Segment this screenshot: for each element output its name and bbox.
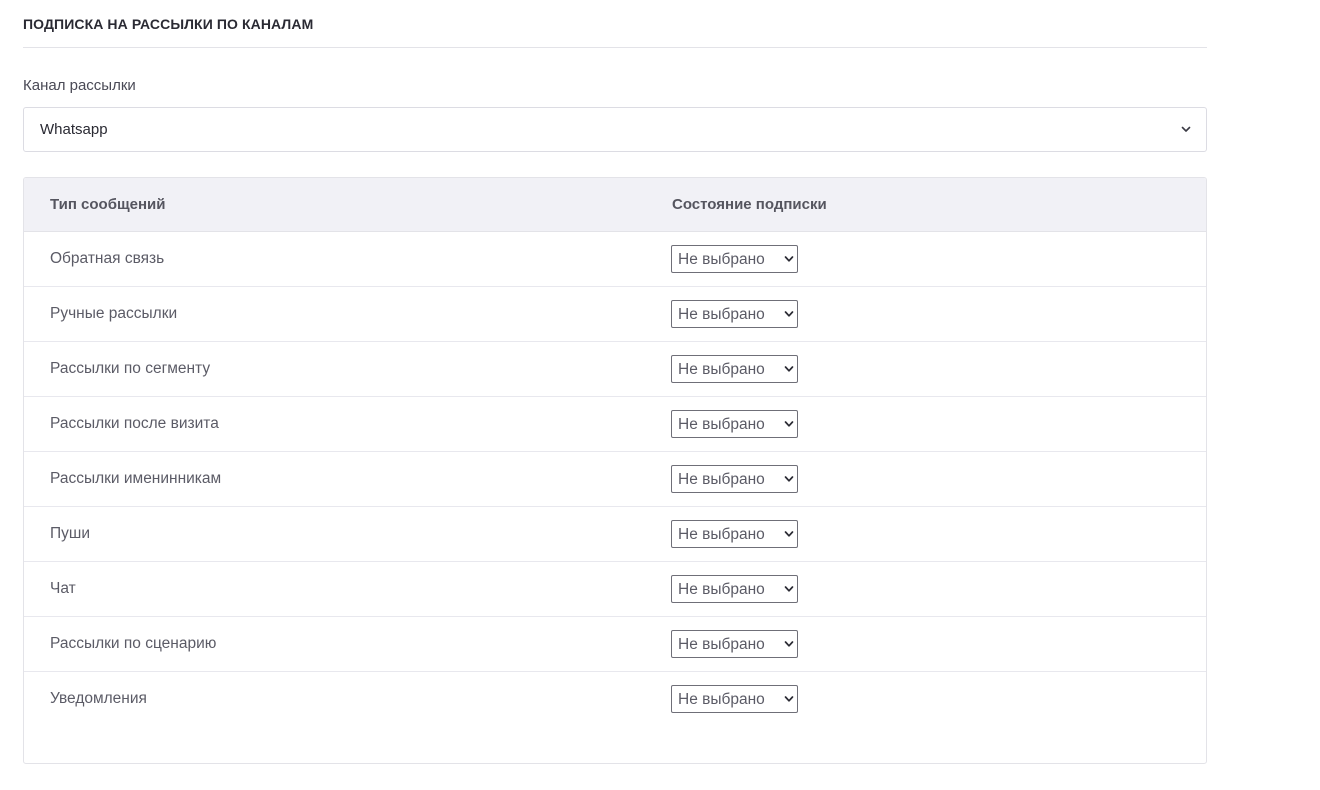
subscription-state-select[interactable]: Не выбрано (671, 575, 798, 603)
chevron-down-icon (784, 641, 794, 647)
channel-select[interactable]: Whatsapp (23, 107, 1207, 152)
chevron-down-icon (784, 476, 794, 482)
table-row: Рассылки по сценарию Не выбрано (24, 617, 1206, 672)
subscription-state-select[interactable]: Не выбрано (671, 465, 798, 493)
subscription-state-value: Не выбрано (678, 691, 765, 708)
chevron-down-icon (1181, 126, 1191, 132)
message-type-label: Уведомления (50, 690, 147, 707)
table-row: Чат Не выбрано (24, 562, 1206, 617)
subscription-state-select[interactable]: Не выбрано (671, 520, 798, 548)
chevron-down-icon (784, 256, 794, 262)
channel-label: Канал рассылки (23, 77, 136, 94)
subscription-state-value: Не выбрано (678, 471, 765, 488)
table-row: Обратная связь Не выбрано (24, 232, 1206, 287)
subscription-state-select[interactable]: Не выбрано (671, 410, 798, 438)
table-row: Уведомления Не выбрано (24, 672, 1206, 726)
table-row: Ручные рассылки Не выбрано (24, 287, 1206, 342)
message-type-label: Рассылки именинникам (50, 470, 222, 487)
chevron-down-icon (784, 696, 794, 702)
subscription-state-value: Не выбрано (678, 251, 765, 268)
subscription-state-select[interactable]: Не выбрано (671, 685, 798, 713)
subscription-state-value: Не выбрано (678, 416, 765, 433)
table-row: Пуши Не выбрано (24, 507, 1206, 562)
subscription-table: Тип сообщений Состояние подписки Обратна… (23, 177, 1207, 764)
message-type-label: Обратная связь (50, 250, 165, 267)
chevron-down-icon (784, 531, 794, 537)
chevron-down-icon (784, 311, 794, 317)
table-header: Тип сообщений Состояние подписки (24, 178, 1206, 232)
chevron-down-icon (784, 366, 794, 372)
subscription-state-value: Не выбрано (678, 526, 765, 543)
chevron-down-icon (784, 421, 794, 427)
column-header-type: Тип сообщений (50, 196, 166, 213)
message-type-label: Рассылки по сегменту (50, 360, 211, 377)
table-row: Рассылки именинникам Не выбрано (24, 452, 1206, 507)
message-type-label: Рассылки по сценарию (50, 635, 217, 652)
column-header-state: Состояние подписки (672, 196, 827, 213)
table-row: Рассылки по сегменту Не выбрано (24, 342, 1206, 397)
subscription-state-value: Не выбрано (678, 581, 765, 598)
message-type-label: Пуши (50, 525, 90, 542)
section-title: ПОДПИСКА НА РАССЫЛКИ ПО КАНАЛАМ (23, 16, 314, 32)
subscription-state-value: Не выбрано (678, 306, 765, 323)
subscription-state-select[interactable]: Не выбрано (671, 630, 798, 658)
message-type-label: Чат (50, 580, 76, 597)
message-type-label: Ручные рассылки (50, 305, 178, 322)
subscription-state-select[interactable]: Не выбрано (671, 300, 798, 328)
subscription-state-value: Не выбрано (678, 636, 765, 653)
message-type-label: Рассылки после визита (50, 415, 219, 432)
chevron-down-icon (784, 586, 794, 592)
section-divider (23, 47, 1207, 48)
subscription-state-value: Не выбрано (678, 361, 765, 378)
subscription-page: ПОДПИСКА НА РАССЫЛКИ ПО КАНАЛАМ Канал ра… (0, 0, 1320, 790)
subscription-state-select[interactable]: Не выбрано (671, 245, 798, 273)
channel-select-value: Whatsapp (40, 121, 108, 138)
table-row: Рассылки после визита Не выбрано (24, 397, 1206, 452)
subscription-state-select[interactable]: Не выбрано (671, 355, 798, 383)
